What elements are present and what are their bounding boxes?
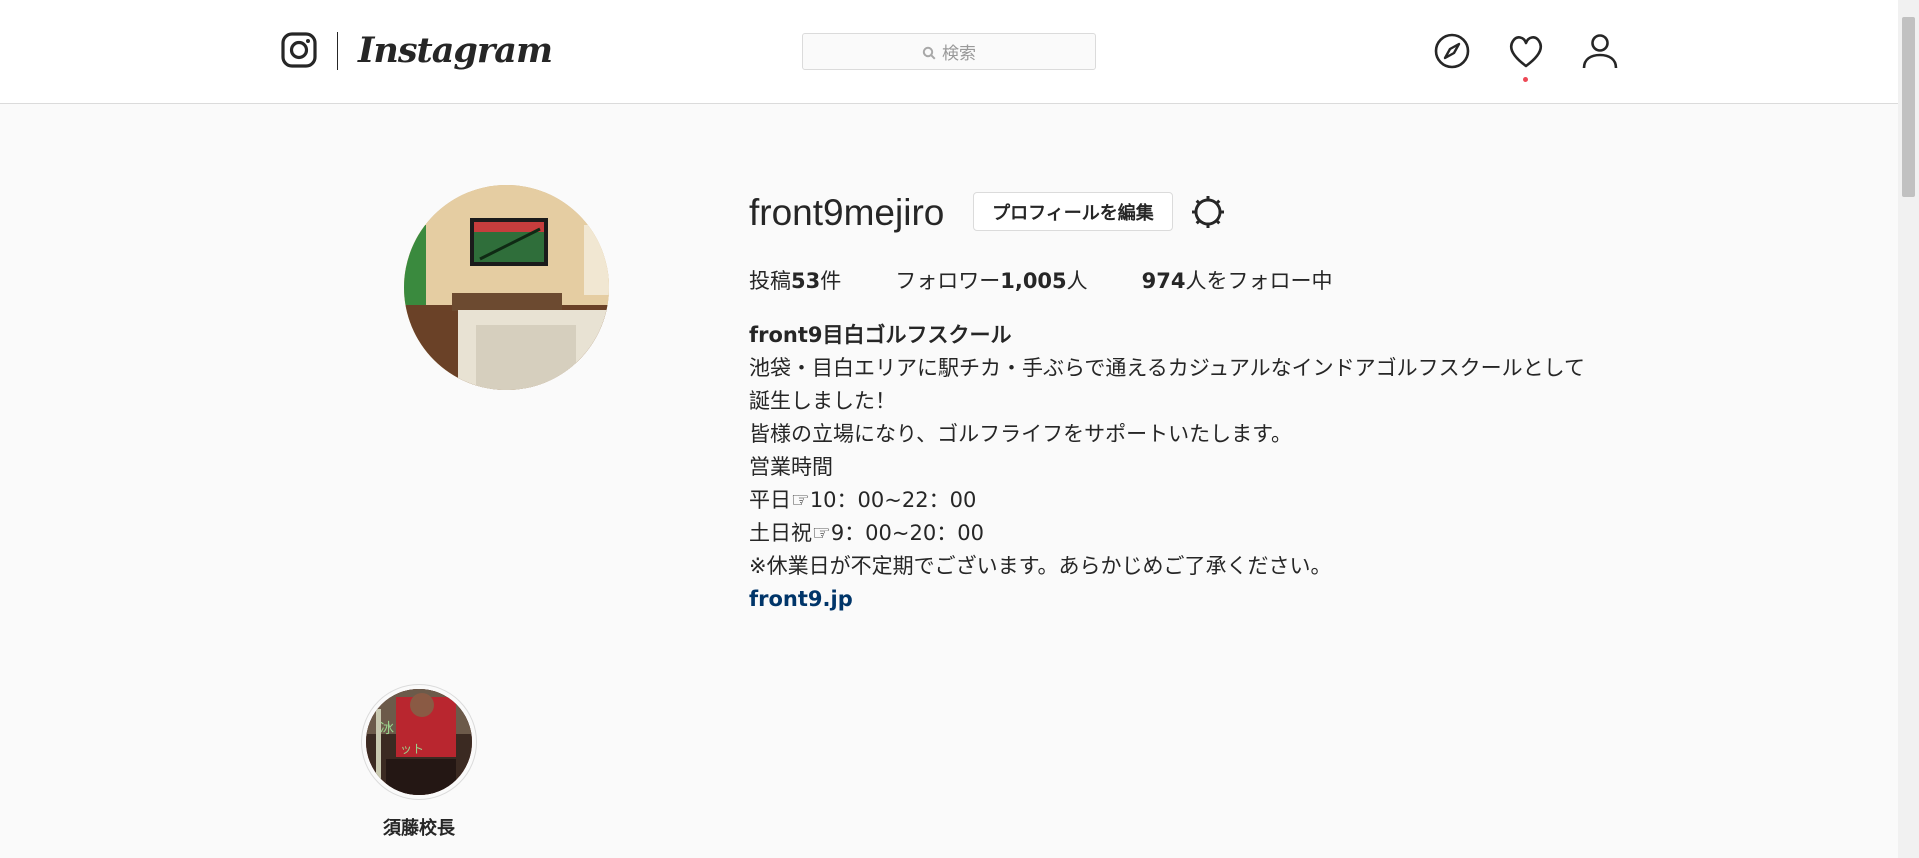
posts-suffix: 件 (820, 269, 842, 293)
bio-line: 皆様の立場になり、ゴルフライフをサポートいたします。 (749, 422, 1293, 446)
bio-line: 平日☞10：00~22：00 (749, 488, 977, 512)
bio-full-name: front9目白ゴルフスクール (749, 323, 1012, 347)
heart-icon[interactable] (1507, 32, 1545, 70)
followers-stat[interactable]: フォロワー1,005人 (895, 265, 1087, 295)
svg-text:ット: ット (400, 742, 424, 756)
svg-text:冰: 冰 (380, 721, 394, 737)
profile-stats: 投稿53件 フォロワー1,005人 974人をフォロー中 (749, 265, 1333, 295)
followers-count: 1,005 (1000, 269, 1067, 293)
bio-line: 池袋・目白エリアに駅チカ・手ぶらで通えるカジュアルなインドアゴルフスクールとして… (749, 356, 1586, 413)
gear-icon[interactable] (1190, 194, 1226, 230)
following-count: 974 (1141, 269, 1186, 293)
profile-username: front9mejiro (749, 192, 945, 233)
logo-divider (337, 32, 338, 70)
user-icon[interactable] (1581, 32, 1619, 70)
posts-count: 53 (791, 269, 821, 293)
following-stat[interactable]: 974人をフォロー中 (1142, 265, 1333, 295)
compass-icon[interactable] (1433, 32, 1471, 70)
bio-line: ※休業日が不定期でございます。あらかじめご了承ください。 (749, 554, 1332, 578)
notification-dot (1523, 77, 1528, 82)
followers-suffix: 人 (1066, 269, 1088, 293)
instagram-glyph-icon[interactable] (280, 31, 318, 69)
story-highlight-label[interactable]: 須藤校長 (340, 814, 498, 840)
posts-stat: 投稿53件 (749, 265, 841, 295)
followers-label: フォロワー (895, 269, 1001, 293)
bio-line: 営業時間 (749, 455, 833, 479)
story-highlight-thumbnail[interactable]: 冰 ット (366, 689, 472, 795)
profile-avatar[interactable] (404, 185, 609, 390)
instagram-wordmark[interactable]: Instagram (358, 26, 553, 76)
following-label: 人をフォロー中 (1185, 269, 1333, 293)
edit-profile-button[interactable]: プロフィールを編集 (973, 192, 1173, 231)
profile-bio: front9目白ゴルフスクール 池袋・目白エリアに駅チカ・手ぶらで通えるカジュア… (749, 319, 1599, 616)
search-icon (922, 45, 936, 60)
scrollbar-thumb[interactable] (1902, 17, 1915, 197)
bio-line: 土日祝☞9：00~20：00 (749, 521, 984, 545)
bio-website-link[interactable]: front9.jp (749, 583, 1599, 616)
search-placeholder: 検索 (942, 44, 976, 64)
top-navigation-bar: Instagram 検索 (0, 0, 1898, 104)
posts-label: 投稿 (749, 269, 791, 293)
search-input[interactable]: 検索 (802, 33, 1096, 70)
